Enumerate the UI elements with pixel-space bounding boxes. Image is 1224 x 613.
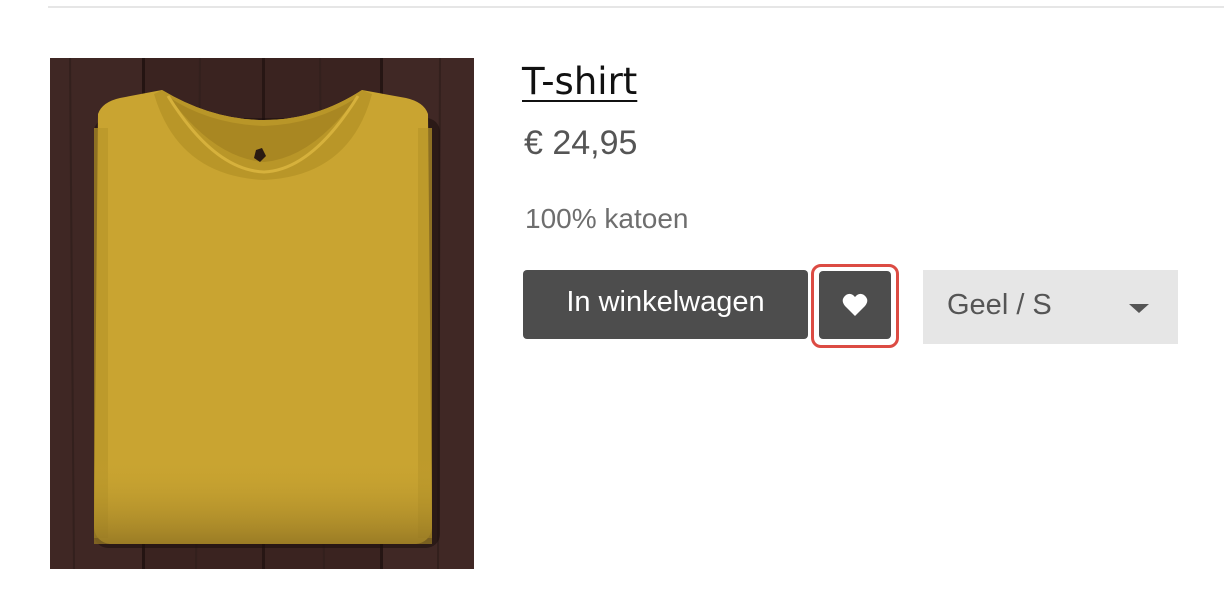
product-title-link[interactable]: T-shirt [522,60,637,103]
product-price: € 24,95 [524,124,638,162]
product-image[interactable] [50,58,474,569]
add-to-cart-label: In winkelwagen [566,286,765,318]
product-description: 100% katoen [525,203,689,234]
heart-icon [842,293,868,316]
add-to-cart-button[interactable]: In winkelwagen [523,270,808,339]
variant-selected-value: Geel / S [947,289,1052,321]
wishlist-button[interactable] [819,271,891,339]
chevron-down-icon [1129,304,1149,313]
variant-select[interactable]: Geel / S [923,270,1178,344]
top-divider [48,6,1224,8]
